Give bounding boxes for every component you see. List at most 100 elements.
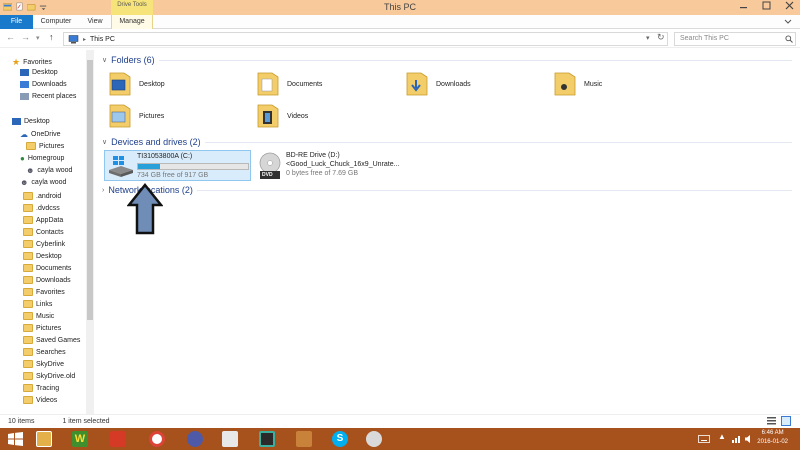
tab-file[interactable]: File xyxy=(0,15,33,29)
nav-item-recent-places[interactable]: Recent places xyxy=(20,93,76,100)
folder-music[interactable]: Music xyxy=(553,71,602,97)
nav-favorites[interactable]: ★ Favorites xyxy=(12,57,52,68)
nav-scrollbar[interactable] xyxy=(86,50,94,414)
nav-item-pictures[interactable]: Pictures xyxy=(26,142,64,150)
details-view-icon[interactable] xyxy=(767,417,776,425)
nav-folder-item[interactable]: Videos xyxy=(23,396,57,404)
explorer-icon[interactable] xyxy=(3,2,12,11)
navigation-pane: ★ Favorites Desktop Downloads Recent pla… xyxy=(0,50,95,414)
nav-folder-item[interactable]: SkyDrive xyxy=(23,360,64,368)
file-explorer-taskbar-icon[interactable] xyxy=(36,431,52,447)
show-hidden-icons-icon[interactable]: ▲ xyxy=(718,432,726,441)
nav-folder-item[interactable]: Documents xyxy=(23,264,71,272)
network-icon[interactable] xyxy=(731,434,741,444)
nav-folder-item[interactable]: AppData xyxy=(23,216,63,224)
nav-item-homegroup-user[interactable]: ☻ cayla wood xyxy=(26,166,72,175)
nav-folder-item[interactable]: Favorites xyxy=(23,288,65,296)
scrollbar-thumb[interactable] xyxy=(87,60,93,320)
nav-item-user-folder[interactable]: ☻ cayla wood xyxy=(20,178,66,187)
nav-folder-item[interactable]: .dvdcss xyxy=(23,204,60,212)
minimize-icon[interactable] xyxy=(739,1,748,10)
close-icon[interactable] xyxy=(785,1,794,10)
paint-taskbar-icon[interactable] xyxy=(366,431,382,447)
skype-taskbar-icon[interactable]: S xyxy=(332,431,348,447)
quick-access-toolbar xyxy=(3,2,48,11)
nav-desktop-root[interactable]: Desktop xyxy=(12,118,50,125)
nav-item-downloads[interactable]: Downloads xyxy=(20,81,67,88)
nav-folder-item[interactable]: Music xyxy=(23,312,54,320)
drive-d-tile[interactable]: DVD BD-RE Drive (D:) <Good_Luck_Chuck_16… xyxy=(255,150,415,181)
nav-item-onedrive[interactable]: ☁ OneDrive xyxy=(20,130,61,139)
address-bar[interactable]: ▸ This PC xyxy=(63,32,668,46)
group-divider xyxy=(196,189,792,191)
up-icon[interactable]: ↑ xyxy=(49,32,54,42)
nav-folder-item[interactable]: Desktop xyxy=(23,252,62,260)
folder-desktop[interactable]: Desktop xyxy=(108,71,165,97)
folders-group-header[interactable]: ∨ Folders (6) xyxy=(102,55,792,65)
folder-icon xyxy=(23,396,33,404)
search-icon[interactable] xyxy=(785,35,793,43)
store-taskbar-icon[interactable] xyxy=(296,431,312,447)
tab-computer[interactable]: Computer xyxy=(36,15,76,29)
nav-folder-item[interactable]: Searches xyxy=(23,348,66,356)
taskbar-clock[interactable]: 6:46 AM 2016-01-02 xyxy=(757,429,788,447)
maximize-icon[interactable] xyxy=(762,1,771,10)
chevron-down-icon: ∨ xyxy=(102,57,108,64)
folder-icon xyxy=(23,252,33,260)
volume-icon[interactable] xyxy=(744,434,754,444)
drive-c-usage-bar xyxy=(137,163,249,170)
forward-icon[interactable]: → xyxy=(21,32,30,42)
keyboard-icon[interactable] xyxy=(698,435,710,443)
tab-manage[interactable]: Manage xyxy=(111,15,153,29)
nav-folder-item[interactable]: Downloads xyxy=(23,276,71,284)
downloads-icon xyxy=(20,81,29,88)
folder-documents[interactable]: Documents xyxy=(256,71,322,97)
new-folder-icon[interactable] xyxy=(27,2,36,11)
address-dropdown-icon[interactable]: ▾ xyxy=(646,34,650,42)
chrome-taskbar-icon[interactable] xyxy=(149,431,165,447)
folder-icon xyxy=(23,288,33,296)
back-icon[interactable]: ← xyxy=(6,32,15,42)
chevron-right-icon: › xyxy=(102,186,105,194)
media-app-taskbar-icon[interactable] xyxy=(187,431,203,447)
nav-folder-item[interactable]: .android xyxy=(23,192,61,200)
windows-drive-icon xyxy=(109,156,133,177)
videos-folder-icon xyxy=(257,104,279,128)
refresh-icon[interactable]: ↻ xyxy=(657,32,665,43)
nav-folder-item[interactable]: SkyDrive.old xyxy=(23,372,75,380)
folder-videos[interactable]: Videos xyxy=(256,103,308,129)
drive-c-tile[interactable]: TI31053800A (C:) 734 GB free of 917 GB xyxy=(104,150,251,181)
nav-folder-item[interactable]: Contacts xyxy=(23,228,64,236)
drives-group-header[interactable]: ∨ Devices and drives (2) xyxy=(102,137,792,147)
nav-folder-item[interactable]: Cyberlink xyxy=(23,240,65,248)
nav-folder-item[interactable]: Tracing xyxy=(23,384,59,392)
drive-d-name: BD-RE Drive (D:) xyxy=(286,152,340,159)
customize-qat-icon[interactable] xyxy=(39,2,48,11)
nav-folder-item[interactable]: Links xyxy=(23,300,52,308)
properties-icon[interactable] xyxy=(15,2,24,11)
folder-icon xyxy=(23,216,33,224)
onedrive-icon: ☁ xyxy=(20,130,28,139)
recent-locations-icon[interactable]: ▾ xyxy=(36,34,40,42)
nav-item-homegroup[interactable]: ● Homegroup xyxy=(20,154,64,163)
folder-icon xyxy=(23,372,33,380)
screen-app-taskbar-icon[interactable] xyxy=(259,431,275,447)
folder-pictures[interactable]: Pictures xyxy=(108,103,164,129)
expand-ribbon-icon[interactable] xyxy=(784,18,792,26)
breadcrumb-this-pc[interactable]: This PC xyxy=(90,36,115,43)
tab-view[interactable]: View xyxy=(80,15,110,29)
nav-folder-item[interactable]: Saved Games xyxy=(23,336,80,344)
nav-folder-item[interactable]: Pictures xyxy=(23,324,61,332)
video-player-taskbar-icon[interactable] xyxy=(222,431,238,447)
wordpad-taskbar-icon[interactable]: W xyxy=(72,431,88,447)
folder-downloads[interactable]: Downloads xyxy=(405,71,471,97)
nav-item-desktop[interactable]: Desktop xyxy=(20,69,58,76)
start-button-icon[interactable] xyxy=(8,432,23,446)
user-icon: ☻ xyxy=(26,166,35,175)
desktop-folder-icon xyxy=(109,72,131,96)
search-input[interactable]: Search This PC xyxy=(674,32,796,46)
office-taskbar-icon[interactable] xyxy=(110,431,126,447)
large-icons-view-icon[interactable] xyxy=(781,416,791,426)
annotation-arrow-icon xyxy=(127,183,163,235)
network-group-header[interactable]: › Network locations (2) xyxy=(102,185,792,195)
